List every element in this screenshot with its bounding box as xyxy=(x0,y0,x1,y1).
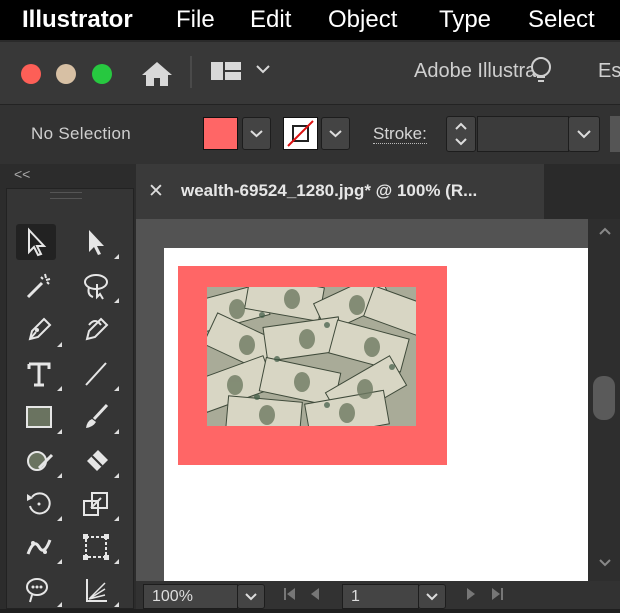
menu-edit[interactable]: Edit xyxy=(250,5,291,35)
stroke-dropdown-button[interactable] xyxy=(321,117,350,150)
close-window-button[interactable] xyxy=(21,64,41,84)
graph-tool-icon[interactable] xyxy=(76,572,119,608)
placed-image-money[interactable] xyxy=(207,287,416,426)
free-transform-tool-icon[interactable] xyxy=(76,529,119,565)
lasso-tool-icon[interactable] xyxy=(76,268,119,304)
home-icon[interactable] xyxy=(138,58,176,90)
stroke-none-icon xyxy=(287,120,314,147)
titlebar-divider xyxy=(190,56,192,88)
rotate-tool-icon[interactable] xyxy=(19,486,62,522)
zoom-level-field[interactable]: 100% xyxy=(143,584,238,609)
fill-dropdown-button[interactable] xyxy=(242,117,271,150)
chevron-down-icon xyxy=(245,593,257,601)
chevron-down-icon[interactable] xyxy=(255,62,271,76)
selection-status: No Selection xyxy=(31,124,131,143)
chevron-down-icon xyxy=(329,130,342,138)
shaper-tool-icon[interactable] xyxy=(19,443,62,479)
menu-type[interactable]: Type xyxy=(439,5,491,35)
stroke-weight-stepper[interactable] xyxy=(446,116,476,152)
scroll-up-arrow-icon[interactable] xyxy=(598,225,612,239)
menu-app-name[interactable]: Illustrator xyxy=(22,5,133,35)
menu-select[interactable]: Select xyxy=(528,5,595,35)
type-tool-icon[interactable] xyxy=(19,356,62,392)
menu-file[interactable]: File xyxy=(176,5,215,35)
collapse-panel-button[interactable]: << xyxy=(14,166,30,182)
paintbrush-tool-icon[interactable] xyxy=(76,399,119,435)
previous-artboard-icon[interactable] xyxy=(309,586,321,605)
magic-wand-tool-icon[interactable] xyxy=(19,268,59,304)
rectangle-tool-icon[interactable] xyxy=(19,399,62,435)
stroke-color-swatch[interactable] xyxy=(283,117,318,150)
last-artboard-icon[interactable] xyxy=(490,586,504,605)
minimize-window-button[interactable] xyxy=(56,64,76,84)
chevron-down-icon xyxy=(426,593,438,601)
workspace-switcher-label[interactable]: Es xyxy=(598,60,620,83)
artboard-number-field[interactable]: 1 xyxy=(342,584,419,609)
stroke-label[interactable]: Stroke: xyxy=(373,125,427,144)
stroke-weight-dropdown[interactable] xyxy=(568,116,600,152)
puppet-warp-tool-icon[interactable] xyxy=(19,529,62,565)
window-title: Adobe Illustrat xyxy=(414,60,542,82)
stroke-weight-input[interactable] xyxy=(477,116,569,152)
zoom-dropdown[interactable] xyxy=(237,584,265,609)
direct-selection-tool-icon[interactable] xyxy=(76,224,119,260)
artboard-dropdown[interactable] xyxy=(418,584,446,609)
document-tab-title[interactable]: wealth-69524_1280.jpg* @ 100% (R... xyxy=(181,181,477,201)
workspace-layout-icon[interactable] xyxy=(210,60,242,84)
curvature-tool-icon[interactable] xyxy=(76,312,116,348)
panel-grip[interactable] xyxy=(50,192,82,199)
symbol-sprayer-tool-icon[interactable] xyxy=(19,572,62,608)
next-artboard-icon[interactable] xyxy=(465,586,477,605)
zoom-window-button[interactable] xyxy=(92,64,112,84)
stepper-arrows-icon xyxy=(455,122,467,146)
line-segment-tool-icon[interactable] xyxy=(76,356,119,392)
selection-tool-icon[interactable] xyxy=(16,224,56,260)
first-artboard-icon[interactable] xyxy=(283,586,297,605)
chevron-down-icon xyxy=(577,130,591,139)
scale-tool-icon[interactable] xyxy=(76,486,119,522)
lightbulb-icon[interactable] xyxy=(527,55,555,89)
close-tab-icon[interactable]: ✕ xyxy=(148,180,164,203)
menu-object[interactable]: Object xyxy=(328,5,397,35)
scroll-down-arrow-icon[interactable] xyxy=(598,557,612,571)
pen-tool-icon[interactable] xyxy=(19,312,62,348)
chevron-down-icon xyxy=(250,130,263,138)
control-bar-overflow[interactable] xyxy=(610,116,620,152)
eraser-tool-icon[interactable] xyxy=(76,443,119,479)
fill-color-swatch[interactable] xyxy=(203,117,238,150)
scrollbar-thumb[interactable] xyxy=(593,376,615,420)
